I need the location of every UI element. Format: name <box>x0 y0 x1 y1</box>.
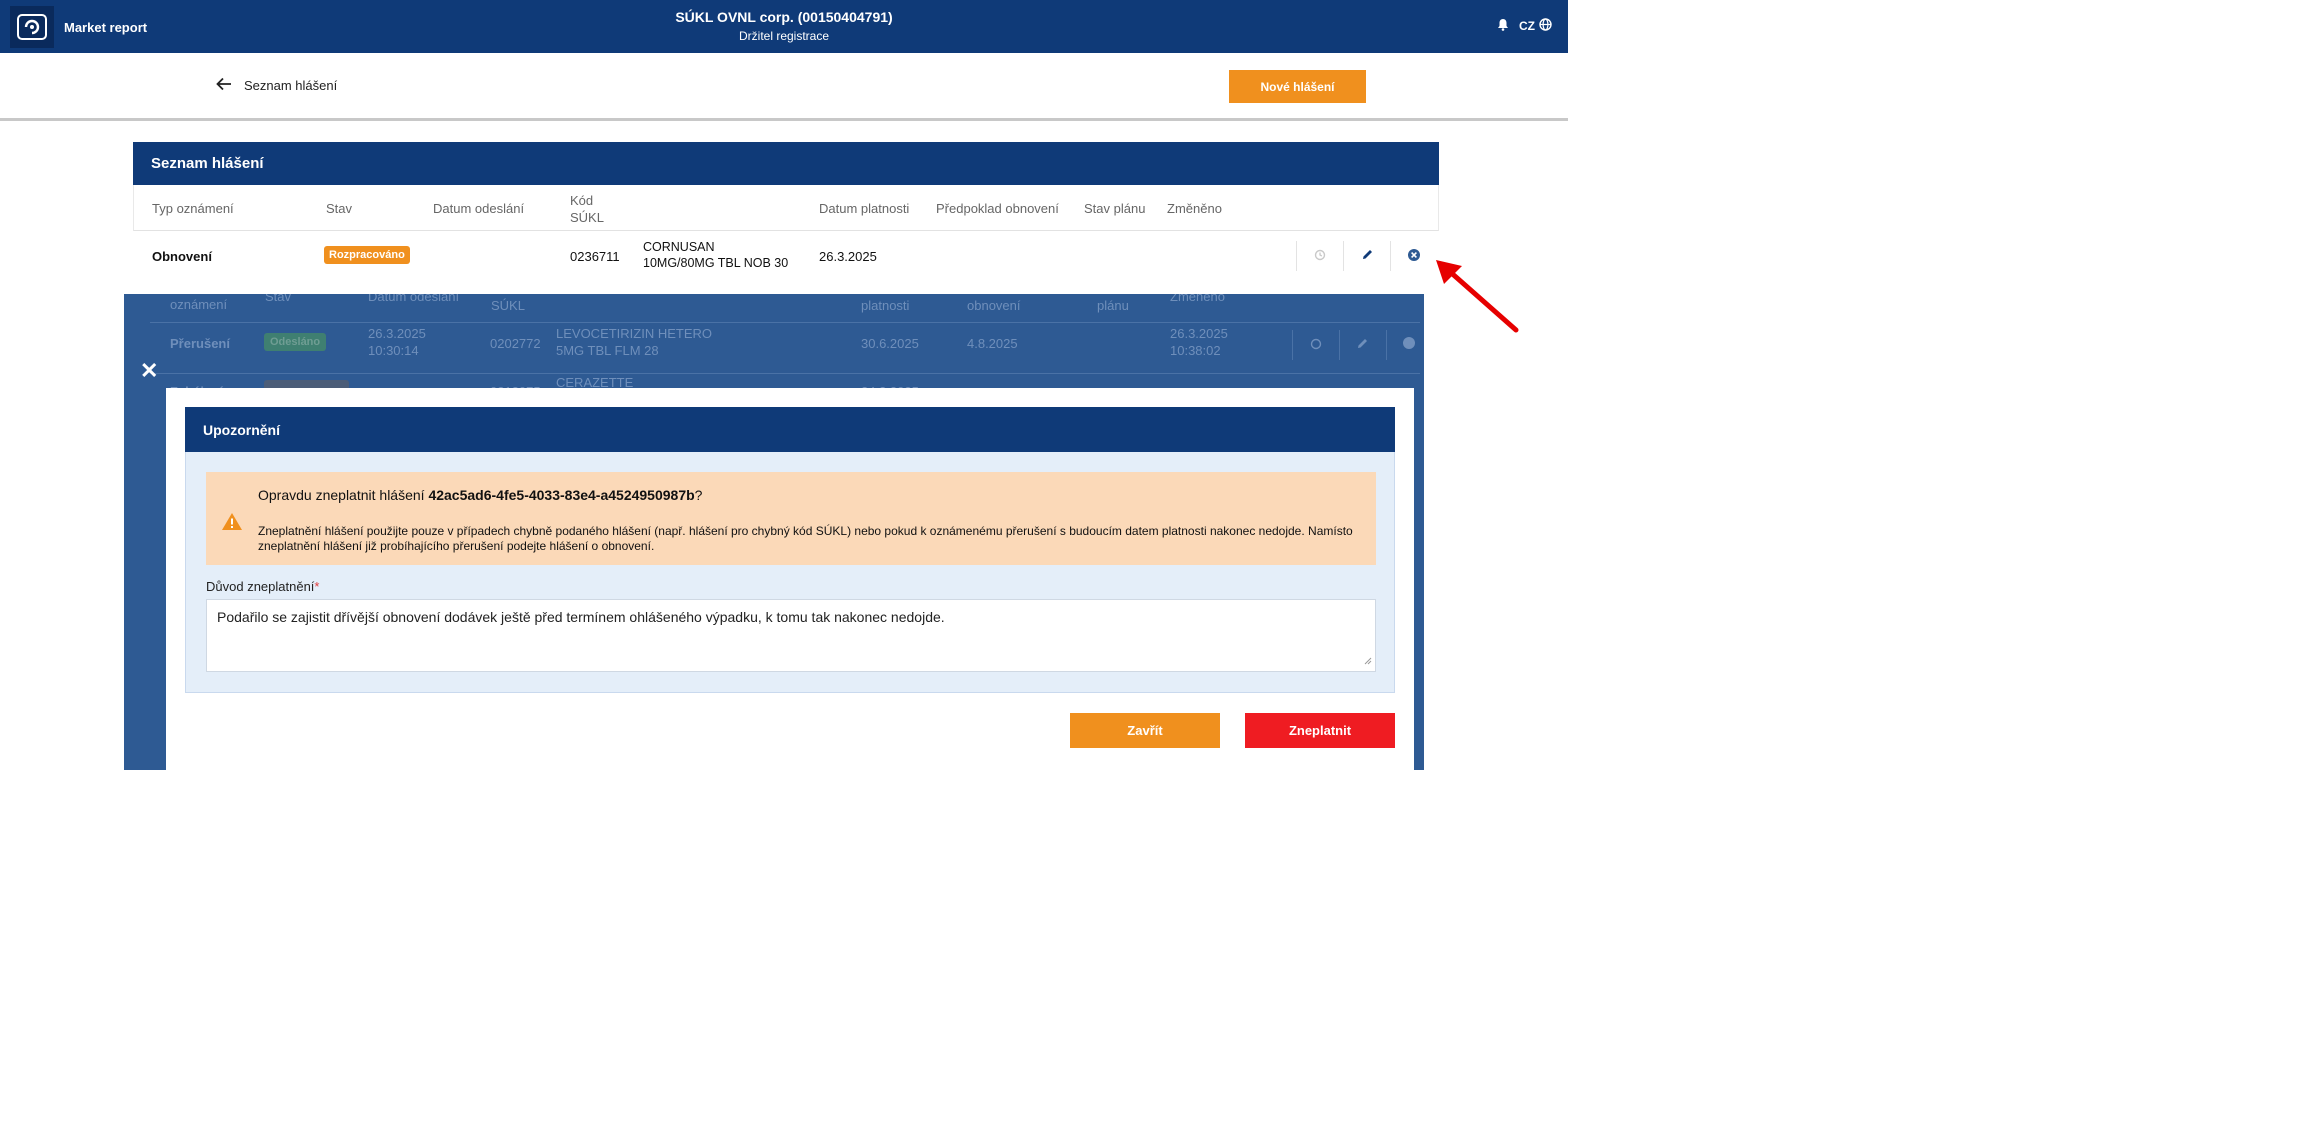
new-report-button[interactable]: Nové hlášení <box>1229 70 1366 103</box>
confirm-dialog: Upozornění Opravdu zneplatnit hlášení 42… <box>166 388 1414 770</box>
globe-icon <box>1539 18 1552 34</box>
cancel-icon <box>1407 248 1421 265</box>
report-type: Přerušení <box>170 336 230 351</box>
column-header: SÚKL <box>570 210 604 225</box>
column-header: Stav plánu <box>1084 201 1146 216</box>
sub-header: Seznam hlášení Nové hlášení <box>0 53 1568 121</box>
language-label: CZ <box>1519 19 1535 33</box>
sent-date: 26.3.2025 <box>368 326 426 341</box>
valid-date: 30.6.2025 <box>861 336 919 351</box>
history-icon <box>1314 249 1326 264</box>
cancel-icon <box>1402 336 1416 355</box>
column-header: Datum platnosti <box>819 201 910 216</box>
back-link-label: Seznam hlášení <box>244 78 338 93</box>
product-strength: 5MG TBL FLM 28 <box>556 343 659 358</box>
confirm-question: Opravdu zneplatnit hlášení 42ac5ad6-4fe5… <box>258 487 702 503</box>
changed-time: 10:38:02 <box>1170 343 1221 358</box>
column-header: obnovení <box>967 298 1021 313</box>
edit-icon <box>1361 248 1374 264</box>
close-icon[interactable]: ✕ <box>140 358 158 384</box>
back-link[interactable]: Seznam hlášení <box>216 77 337 94</box>
changed-date: 26.3.2025 <box>1170 326 1228 341</box>
annotation-arrow-icon <box>1432 256 1522 341</box>
column-header: platnosti <box>861 298 910 313</box>
language-switcher[interactable]: CZ <box>1519 18 1552 34</box>
table-header: Typ oznámení Stav Datum odeslání Kód SÚK… <box>133 185 1439 231</box>
column-header: Datum odeslání <box>433 201 525 216</box>
warning-box: Opravdu zneplatnit hlášení 42ac5ad6-4fe5… <box>206 472 1376 565</box>
question-prefix: Opravdu zneplatnit hlášení <box>258 487 429 503</box>
column-header: plánu <box>1097 298 1129 313</box>
product-name: LEVOCETIRIZIN HETERO <box>556 326 713 341</box>
resize-handle-icon[interactable] <box>1364 652 1372 668</box>
status-badge: Rozpracováno <box>324 246 410 264</box>
warning-note: Zneplatnění hlášení použijte pouze v pří… <box>258 524 1353 553</box>
history-icon <box>1310 337 1322 355</box>
edit-button[interactable] <box>1343 241 1390 271</box>
sukl-code: 0236711 <box>570 249 620 264</box>
column-header: Stav <box>265 294 292 304</box>
reason-label: Důvod zneplatnění* <box>206 579 319 594</box>
dialog-body: Opravdu zneplatnit hlášení 42ac5ad6-4fe5… <box>185 452 1395 693</box>
reason-text: Podařilo se zajistit dřívější obnovení d… <box>217 609 945 625</box>
question-suffix: ? <box>694 487 703 503</box>
top-right-tools: CZ <box>1497 18 1552 34</box>
column-header: Stav <box>326 201 353 216</box>
column-header: Kód <box>570 193 594 208</box>
history-button[interactable] <box>1296 241 1343 271</box>
company-name: SÚKL OVNL corp. (00150404791) <box>675 9 893 25</box>
report-id: 42ac5ad6-4fe5-4033-83e4-a4524950987b <box>428 487 695 503</box>
user-role: Držitel registrace <box>738 29 830 43</box>
product-strength: 10MG/80MG TBL NOB 30 <box>643 256 789 270</box>
column-header: SÚKL <box>491 298 525 313</box>
reason-textarea[interactable]: Podařilo se zajistit dřívější obnovení d… <box>206 599 1376 672</box>
column-header: Předpoklad obnovení <box>936 201 1059 216</box>
column-header: Změněno <box>1170 294 1225 304</box>
reason-label-text: Důvod zneplatnění <box>206 579 315 594</box>
report-type: Obnovení <box>152 249 212 264</box>
bell-icon[interactable] <box>1497 18 1509 34</box>
top-bar: Market report SÚKL OVNL corp. (001504047… <box>0 0 1568 53</box>
edit-icon <box>1356 337 1369 355</box>
dialog-title: Upozornění <box>185 407 1395 452</box>
back-arrow-icon <box>216 77 232 94</box>
required-mark: * <box>314 579 320 594</box>
product-name: CORNUSAN <box>643 240 715 254</box>
sukl-code: 0202772 <box>490 336 541 351</box>
void-button[interactable]: Zneplatnit <box>1245 713 1395 748</box>
column-header: oznámení <box>170 297 228 312</box>
renewal-date: 4.8.2025 <box>967 336 1018 351</box>
column-header: Typ oznámení <box>152 201 234 216</box>
close-button[interactable]: Zavřít <box>1070 713 1220 748</box>
table-row[interactable]: Obnovení Rozpracováno 0236711 CORNUSAN 1… <box>133 231 1439 281</box>
status-badge: Odesláno <box>264 333 327 351</box>
cancel-report-button[interactable] <box>1390 241 1437 271</box>
valid-date: 26.3.2025 <box>819 249 877 264</box>
report-list-title: Seznam hlášení <box>133 142 1439 185</box>
column-header: Datum odeslání <box>368 294 460 304</box>
warning-icon <box>221 512 243 536</box>
report-list-card: Seznam hlášení Typ oznámení Stav Datum o… <box>133 142 1439 294</box>
sent-time: 10:30:14 <box>368 343 419 358</box>
column-header: Změněno <box>1167 201 1222 216</box>
